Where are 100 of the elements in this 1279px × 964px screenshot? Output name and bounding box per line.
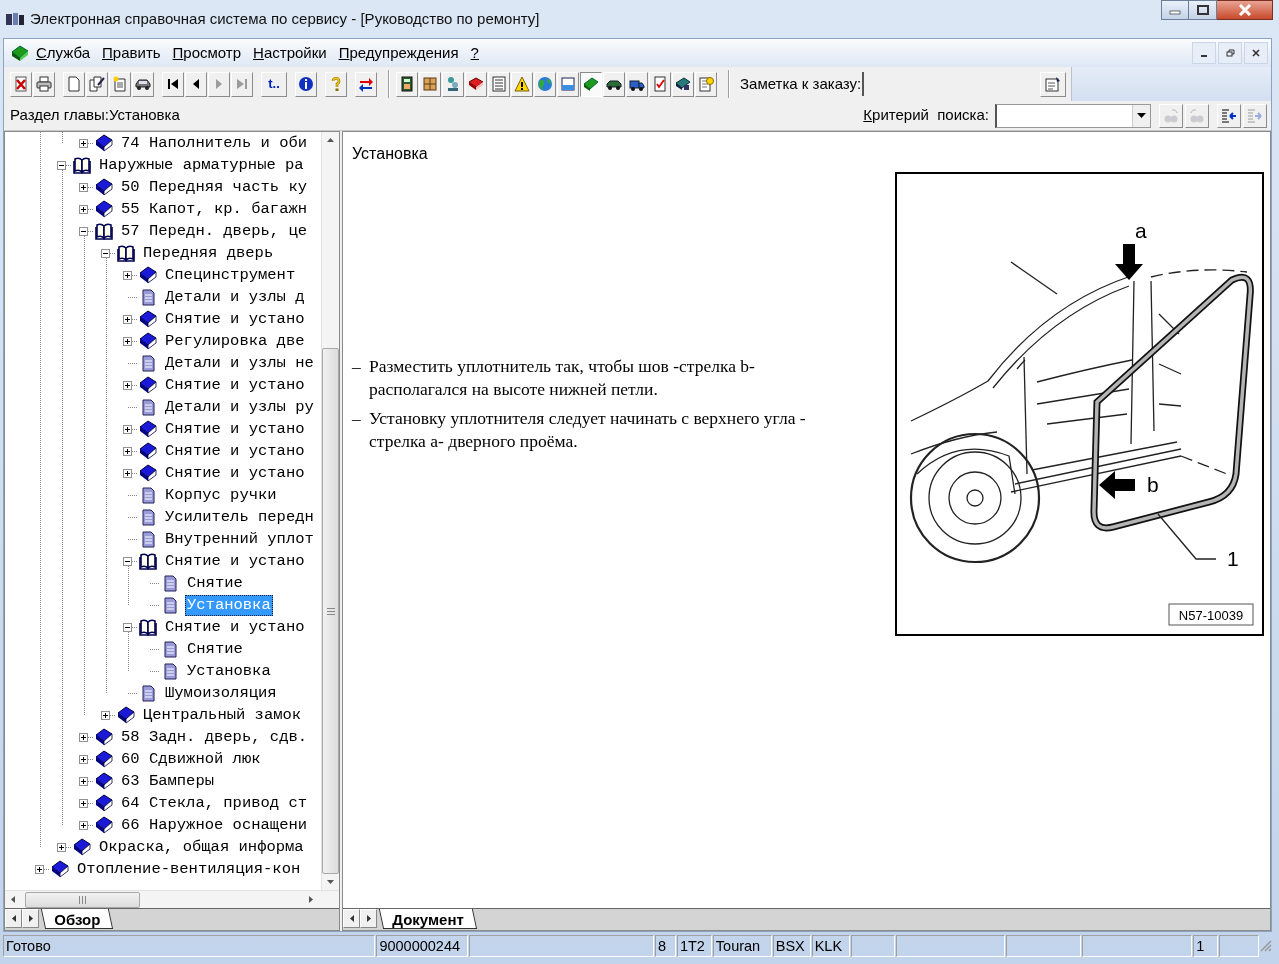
page-icon bbox=[162, 662, 178, 680]
people-icon bbox=[445, 76, 461, 92]
expand-toggle[interactable] bbox=[123, 622, 132, 632]
expand-toggle[interactable] bbox=[57, 842, 66, 852]
tree-item[interactable]: 64 Стекла, привод ст bbox=[119, 792, 310, 814]
tree-item[interactable]: Снятие bbox=[185, 572, 245, 594]
tree-item[interactable]: 50 Передняя часть ку bbox=[119, 176, 310, 198]
book-icon bbox=[583, 76, 599, 92]
window-icon bbox=[560, 76, 576, 92]
tree-item[interactable]: Снятие и устано bbox=[163, 616, 307, 638]
expand-toggle[interactable] bbox=[123, 270, 132, 280]
left-arrow-icon bbox=[11, 915, 16, 922]
page-icon bbox=[162, 574, 178, 592]
close-button[interactable] bbox=[1217, 0, 1273, 20]
expand-toggle[interactable] bbox=[123, 424, 132, 434]
tree-item[interactable]: Снятие и устано bbox=[163, 440, 307, 462]
tree-item[interactable]: 66 Наружное оснащени bbox=[119, 814, 310, 836]
tree-item[interactable]: Шумоизоляция bbox=[163, 682, 279, 704]
expand-toggle[interactable] bbox=[79, 138, 88, 148]
page-new-icon bbox=[112, 76, 128, 92]
restore-icon bbox=[1225, 49, 1235, 57]
tree-item[interactable]: Детали и узлы ру bbox=[163, 396, 316, 418]
box-icon bbox=[422, 76, 438, 92]
expand-toggle[interactable] bbox=[79, 754, 88, 764]
menu-item[interactable]: Предупреждения bbox=[332, 39, 465, 67]
book-icon bbox=[468, 76, 484, 92]
tree-item[interactable]: 57 Передн. дверь, це bbox=[119, 220, 310, 242]
scrollbar-thumb[interactable] bbox=[322, 347, 339, 875]
expand-toggle[interactable] bbox=[79, 732, 88, 742]
tab-scroll-right-button[interactable] bbox=[22, 909, 39, 928]
tree-item[interactable]: Снятие и устано bbox=[163, 308, 307, 330]
expand-toggle[interactable] bbox=[123, 556, 132, 566]
tree-item[interactable]: 63 Бамперы bbox=[119, 770, 216, 792]
tree-item[interactable]: Снятие и устано bbox=[163, 550, 307, 572]
expand-toggle[interactable] bbox=[79, 798, 88, 808]
menu-item[interactable]: Править bbox=[96, 39, 167, 67]
expand-toggle[interactable] bbox=[101, 248, 110, 258]
tree-item[interactable]: Отопление-вентиляция-кон bbox=[75, 858, 303, 880]
toolbar-button[interactable]: t.. bbox=[261, 71, 287, 97]
tree-item[interactable]: Наружные арматурные ра bbox=[97, 154, 306, 176]
expand-toggle[interactable] bbox=[79, 226, 88, 236]
expand-toggle[interactable] bbox=[79, 820, 88, 830]
tree-item[interactable]: Внутренний уплот bbox=[163, 528, 316, 550]
tree-item[interactable]: Снятие и устано bbox=[163, 418, 307, 440]
page-icon bbox=[66, 76, 82, 92]
expand-toggle[interactable] bbox=[123, 446, 132, 456]
status-panel bbox=[1219, 935, 1260, 957]
tree-item[interactable]: Центральный замок bbox=[141, 704, 304, 726]
tab[interactable]: Документ bbox=[378, 909, 477, 929]
tree-item[interactable]: Окраска, общая информа bbox=[97, 836, 306, 858]
tree-item[interactable]: Регулировка две bbox=[163, 330, 307, 352]
dropdown-button[interactable] bbox=[1132, 104, 1150, 127]
close-icon bbox=[1236, 4, 1253, 16]
tab[interactable]: Обзор bbox=[40, 909, 114, 929]
expand-toggle[interactable] bbox=[123, 380, 132, 390]
tree-item[interactable]: Передняя дверь bbox=[141, 242, 276, 264]
tree-item[interactable]: 55 Капот, кр. багажн bbox=[119, 198, 310, 220]
menu-item[interactable]: Служба bbox=[30, 39, 97, 67]
search-tool-button[interactable] bbox=[1217, 103, 1241, 128]
expand-toggle[interactable] bbox=[79, 182, 88, 192]
resize-grip-icon bbox=[1260, 940, 1272, 952]
expand-toggle[interactable] bbox=[35, 864, 44, 874]
expand-toggle[interactable] bbox=[123, 468, 132, 478]
menu-item[interactable]: Просмотр bbox=[166, 39, 248, 67]
expand-toggle[interactable] bbox=[79, 776, 88, 786]
tree-item[interactable]: Снятие и устано bbox=[163, 374, 307, 396]
tree-item[interactable]: 60 Сдвижной люк bbox=[119, 748, 263, 770]
tree-item[interactable]: Детали и узлы д bbox=[163, 286, 307, 308]
tree-item[interactable]: Детали и узлы не bbox=[163, 352, 316, 374]
close-icon bbox=[1252, 49, 1260, 57]
window-title: Электронная справочная система по сервису - [Руководство по ремонту] bbox=[30, 8, 540, 29]
tree-item[interactable]: Установка bbox=[185, 660, 273, 682]
page-icon bbox=[140, 486, 156, 504]
toolbar-button[interactable] bbox=[580, 71, 602, 97]
left-arrow-icon bbox=[11, 896, 15, 903]
menu-item[interactable]: Настройки bbox=[247, 39, 333, 67]
tab-scroll-left-button[interactable] bbox=[343, 909, 360, 928]
expand-toggle[interactable] bbox=[123, 336, 132, 346]
tree-item[interactable]: Снятие и устано bbox=[163, 462, 307, 484]
tree-item[interactable]: Специнструмент bbox=[163, 264, 298, 286]
tree-item[interactable]: Усилитель передн bbox=[163, 506, 316, 528]
maximize-button[interactable] bbox=[1189, 0, 1217, 20]
properties-button[interactable] bbox=[1040, 71, 1067, 97]
status-field: 1 bbox=[1193, 935, 1219, 957]
tab-scroll-left-button[interactable] bbox=[5, 909, 22, 928]
scrollbar-thumb[interactable] bbox=[25, 891, 140, 908]
maximize-icon bbox=[1196, 5, 1209, 15]
tree-item[interactable]: 74 Наполнитель и оби bbox=[119, 132, 310, 154]
tree-item[interactable]: Корпус ручки bbox=[163, 484, 279, 506]
expand-toggle[interactable] bbox=[123, 314, 132, 324]
tree-item[interactable]: Снятие bbox=[185, 638, 245, 660]
tree-item[interactable]: 58 Задн. дверь, сдв. bbox=[119, 726, 310, 748]
expand-toggle[interactable] bbox=[79, 204, 88, 214]
expand-toggle[interactable] bbox=[57, 160, 66, 170]
menu-item[interactable]: ? bbox=[464, 39, 485, 67]
find-previous-icon bbox=[1163, 107, 1179, 124]
last-icon bbox=[234, 76, 250, 92]
tab-scroll-right-button[interactable] bbox=[360, 909, 377, 928]
status-field: 1T2 bbox=[676, 935, 712, 957]
expand-toggle[interactable] bbox=[101, 710, 110, 720]
